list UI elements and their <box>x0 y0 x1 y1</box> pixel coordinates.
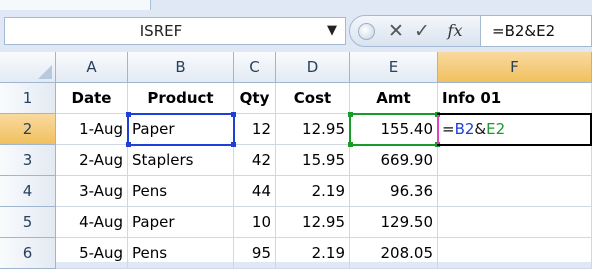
formula-bar: ISREF ▼ ✕ ✓ fx =B2&E2 <box>0 11 592 51</box>
cell-a6[interactable]: 5-Aug <box>56 238 128 269</box>
chevron-down-icon[interactable]: ▼ <box>321 18 343 44</box>
row-header-5[interactable]: 5 <box>0 207 56 238</box>
row-header-6[interactable]: 6 <box>0 238 56 269</box>
cell-b5[interactable]: Paper <box>128 207 234 238</box>
insert-function-button[interactable]: fx <box>440 19 470 43</box>
spreadsheet-grid: A B C D E F 1 2 3 4 5 6 Date Product Qty… <box>0 52 592 269</box>
cell-a3[interactable]: 2-Aug <box>56 145 128 176</box>
cell-b2[interactable]: Paper <box>128 114 234 145</box>
column-header-a[interactable]: A <box>56 52 128 83</box>
cell-f5[interactable] <box>438 207 592 238</box>
cell-b6[interactable]: Pens <box>128 238 234 269</box>
cell-d4[interactable]: 2.19 <box>276 176 350 207</box>
cell-f3[interactable] <box>438 145 592 176</box>
ribbon-tab-edge <box>0 0 151 10</box>
select-all-button[interactable] <box>0 52 56 83</box>
cancel-button[interactable]: ✕ <box>385 19 407 43</box>
formula-token-ref-b2: B2 <box>454 120 475 138</box>
ribbon-edge <box>0 0 592 11</box>
cell-e1[interactable]: Amt <box>350 83 438 114</box>
column-header-c[interactable]: C <box>234 52 276 83</box>
row-header-3[interactable]: 3 <box>0 145 56 176</box>
name-box[interactable]: ISREF ▼ <box>4 17 346 45</box>
enter-button[interactable]: ✓ <box>411 19 433 43</box>
cell-f4[interactable] <box>438 176 592 207</box>
cell-e2[interactable]: 155.40 <box>350 114 438 145</box>
cell-d5[interactable]: 12.95 <box>276 207 350 238</box>
row-header-1[interactable]: 1 <box>0 83 56 114</box>
cell-e3[interactable]: 669.90 <box>350 145 438 176</box>
cell-a5[interactable]: 4-Aug <box>56 207 128 238</box>
cell-f1[interactable]: Info 01 <box>438 83 592 114</box>
cell-b4[interactable]: Pens <box>128 176 234 207</box>
cell-f6[interactable] <box>438 238 592 269</box>
row-header-2[interactable]: 2 <box>0 114 56 145</box>
formula-token-ampersand: & <box>474 120 487 138</box>
cell-c1[interactable]: Qty <box>234 83 276 114</box>
cell-e4[interactable]: 96.36 <box>350 176 438 207</box>
cell-b3[interactable]: Staplers <box>128 145 234 176</box>
formula-token-ref-e2: E2 <box>486 120 506 138</box>
cell-d3[interactable]: 15.95 <box>276 145 350 176</box>
cell-d2[interactable]: 12.95 <box>276 114 350 145</box>
cell-a1[interactable]: Date <box>56 83 128 114</box>
formula-input[interactable]: =B2&E2 <box>481 15 592 47</box>
name-box-value: ISREF <box>139 22 183 40</box>
cell-b1[interactable]: Product <box>128 83 234 114</box>
cell-c2[interactable]: 12 <box>234 114 276 145</box>
cell-c6[interactable]: 95 <box>234 238 276 269</box>
cell-e6[interactable]: 208.05 <box>350 238 438 269</box>
expand-circle-icon <box>358 23 375 40</box>
row-header-4[interactable]: 4 <box>0 176 56 207</box>
cell-f2-editing[interactable]: =B2&E2 <box>438 114 592 145</box>
cell-d1[interactable]: Cost <box>276 83 350 114</box>
cell-a2[interactable]: 1-Aug <box>56 114 128 145</box>
formula-token-equals: = <box>442 120 455 138</box>
select-all-icon <box>38 65 52 79</box>
column-header-f[interactable]: F <box>438 52 592 83</box>
cell-e5[interactable]: 129.50 <box>350 207 438 238</box>
formula-buttons: ✕ ✓ fx <box>349 15 481 47</box>
column-header-b[interactable]: B <box>128 52 234 83</box>
cell-c4[interactable]: 44 <box>234 176 276 207</box>
cell-d6[interactable]: 2.19 <box>276 238 350 269</box>
cell-a4[interactable]: 3-Aug <box>56 176 128 207</box>
cell-c5[interactable]: 10 <box>234 207 276 238</box>
edit-caret <box>437 115 439 144</box>
column-header-d[interactable]: D <box>276 52 350 83</box>
cell-c3[interactable]: 42 <box>234 145 276 176</box>
column-header-e[interactable]: E <box>350 52 438 83</box>
